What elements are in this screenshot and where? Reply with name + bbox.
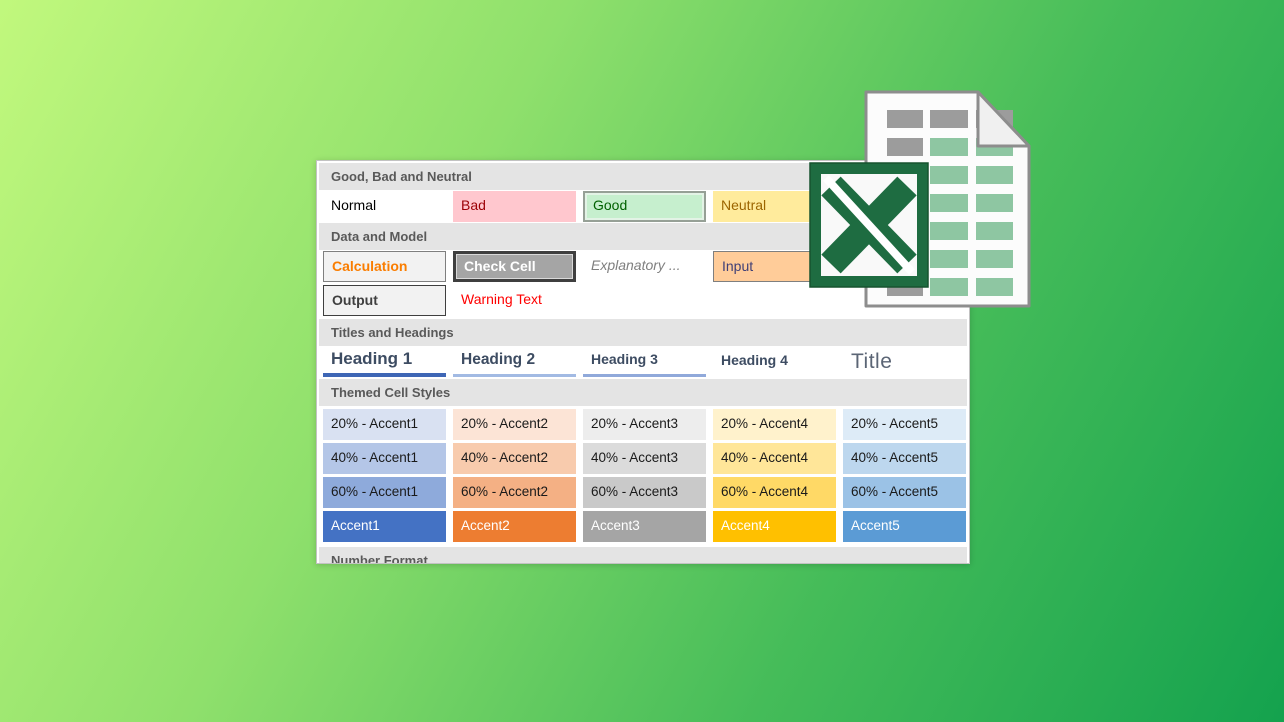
section-header-themed-cell-styles: Themed Cell Styles <box>319 379 967 406</box>
style-60-accent4[interactable]: 60% - Accent4 <box>713 477 836 508</box>
style-good-selected[interactable]: Good <box>583 191 706 222</box>
style-heading-2[interactable]: Heading 2 <box>453 346 576 377</box>
section-header-number-format: Number Format <box>319 547 967 564</box>
style-accent3[interactable]: Accent3 <box>583 511 706 542</box>
style-bad[interactable]: Bad <box>453 191 576 222</box>
style-40-accent5[interactable]: 40% - Accent5 <box>843 443 966 474</box>
excel-file-icon <box>800 85 1040 315</box>
style-20-accent4[interactable]: 20% - Accent4 <box>713 409 836 440</box>
style-40-accent1[interactable]: 40% - Accent1 <box>323 443 446 474</box>
style-accent5[interactable]: Accent5 <box>843 511 966 542</box>
style-normal[interactable]: Normal <box>323 191 446 222</box>
style-accent1[interactable]: Accent1 <box>323 511 446 542</box>
style-accent2[interactable]: Accent2 <box>453 511 576 542</box>
style-20-accent3[interactable]: 20% - Accent3 <box>583 409 706 440</box>
style-20-accent2[interactable]: 20% - Accent2 <box>453 409 576 440</box>
section-header-titles-and-headings: Titles and Headings <box>319 319 967 346</box>
style-60-accent2[interactable]: 60% - Accent2 <box>453 477 576 508</box>
style-20-accent1[interactable]: 20% - Accent1 <box>323 409 446 440</box>
style-heading-3[interactable]: Heading 3 <box>583 346 706 377</box>
style-40-accent3[interactable]: 40% - Accent3 <box>583 443 706 474</box>
style-explanatory[interactable]: Explanatory ... <box>583 251 706 282</box>
style-check-cell[interactable]: Check Cell <box>453 251 576 282</box>
style-40-accent2[interactable]: 40% - Accent2 <box>453 443 576 474</box>
excel-x-logo <box>810 163 928 287</box>
style-60-accent3[interactable]: 60% - Accent3 <box>583 477 706 508</box>
style-heading-4[interactable]: Heading 4 <box>713 346 836 377</box>
style-accent4[interactable]: Accent4 <box>713 511 836 542</box>
style-warning-text[interactable]: Warning Text <box>453 285 576 316</box>
style-40-accent4[interactable]: 40% - Accent4 <box>713 443 836 474</box>
style-title[interactable]: Title <box>843 346 966 377</box>
style-heading-1[interactable]: Heading 1 <box>323 346 446 377</box>
style-20-accent5[interactable]: 20% - Accent5 <box>843 409 966 440</box>
style-output[interactable]: Output <box>323 285 446 316</box>
style-calculation[interactable]: Calculation <box>323 251 446 282</box>
style-60-accent5[interactable]: 60% - Accent5 <box>843 477 966 508</box>
style-60-accent1[interactable]: 60% - Accent1 <box>323 477 446 508</box>
